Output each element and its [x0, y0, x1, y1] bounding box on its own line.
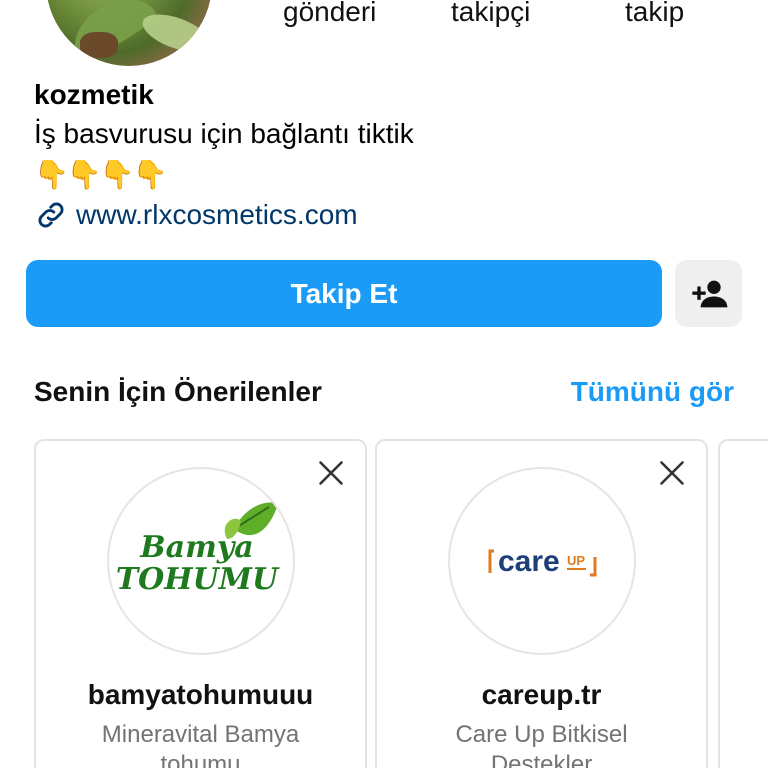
suggestion-username[interactable]: careup.tr [377, 679, 706, 711]
followers-count-label[interactable]: takipçi [451, 0, 530, 28]
suggestion-card[interactable]: care UP careup.tr Care Up Bitkisel Deste… [375, 439, 708, 768]
close-icon[interactable] [658, 459, 686, 487]
suggestion-card[interactable]: Bamya TOHUMU bamyatohumuuu Mineravital B… [34, 439, 367, 768]
svg-text:UP: UP [567, 553, 585, 568]
profile-website-link[interactable]: www.rlxcosmetics.com [34, 198, 358, 232]
suggestions-title: Senin İçin Önerilenler [34, 376, 322, 407]
follow-button[interactable]: Takip Et [26, 260, 662, 327]
link-icon [38, 202, 64, 228]
suggestion-avatar[interactable]: Bamya TOHUMU [107, 467, 295, 655]
suggestion-avatar[interactable]: care UP [448, 467, 636, 655]
bio-emoji-row: 👇👇👇👇 [34, 159, 167, 190]
careup-logo-image: care UP [488, 545, 597, 578]
posts-count-label[interactable]: gönderi [283, 0, 376, 28]
following-count-label[interactable]: takip [625, 0, 684, 28]
svg-text:TOHUMU: TOHUMU [116, 562, 280, 597]
profile-avatar[interactable] [46, 0, 212, 66]
suggestion-subtitle: Care Up Bitkisel Destekler [455, 721, 628, 768]
suggestion-card[interactable] [718, 439, 768, 768]
svg-text:Bamya: Bamya [139, 530, 253, 565]
suggestion-subtitle: Mineravital Bamya tohumu [101, 721, 300, 768]
avatar-image-leaf [137, 6, 212, 60]
profile-bio: İş basvurusu için bağlantı tiktik [34, 118, 414, 149]
bamya-logo-image: Bamya TOHUMU [116, 502, 280, 597]
see-all-link[interactable]: Tümünü gör [571, 376, 734, 408]
close-icon[interactable] [317, 459, 345, 487]
suggested-people-button[interactable] [675, 260, 742, 327]
profile-username: kozmetik [34, 79, 154, 110]
avatar-image-cone [80, 32, 118, 58]
add-person-icon [691, 280, 727, 307]
svg-text:care: care [498, 545, 560, 578]
website-text[interactable]: www.rlxcosmetics.com [76, 199, 358, 231]
suggestion-username[interactable]: bamyatohumuuu [36, 679, 365, 711]
